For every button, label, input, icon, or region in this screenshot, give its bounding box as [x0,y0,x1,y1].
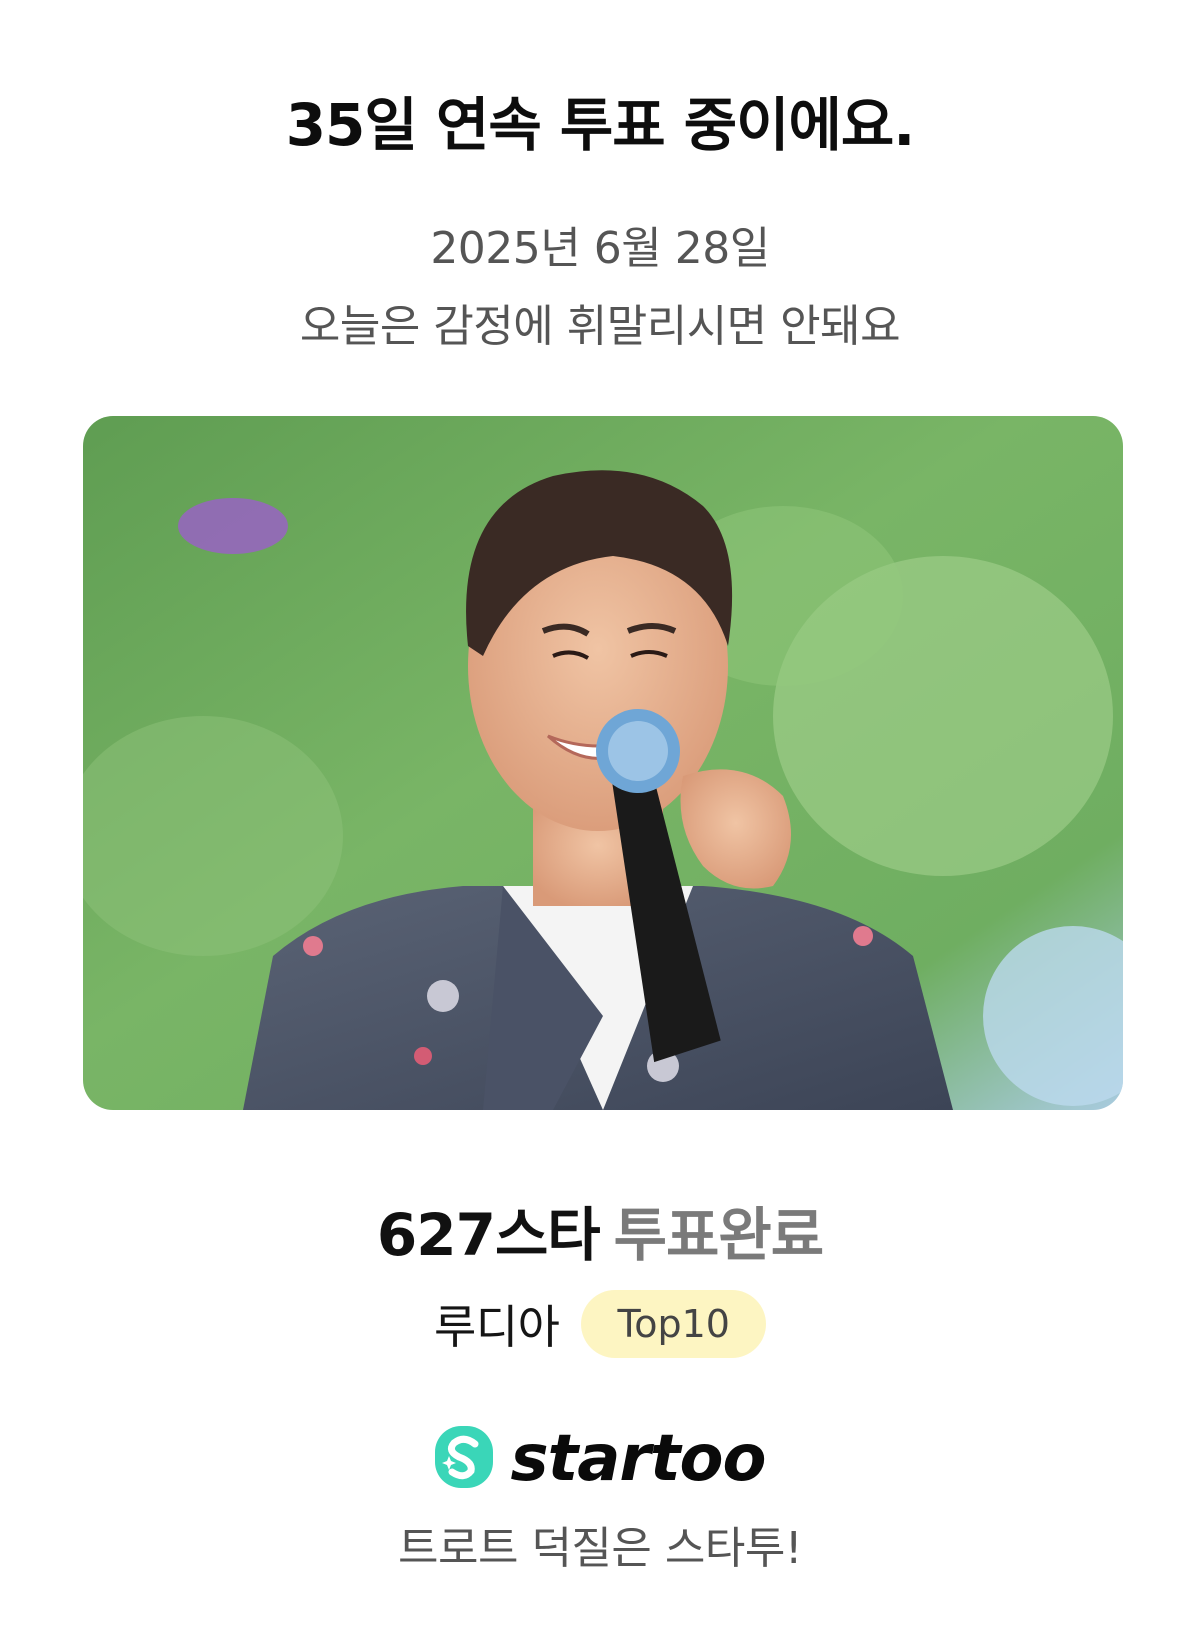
startoo-s-logo-icon [434,1426,493,1492]
vote-status: 투표완료 [613,1201,824,1269]
rank-row: 루디아 Top10 [0,1290,1200,1358]
vote-result: 627스타 투표완료 [0,1188,1200,1272]
brand-slogan: 트로트 덕질은 스타투! [398,1523,802,1574]
star-name: 627스타 [376,1201,601,1269]
page-title: 35일 연속 투표 중이에요. [285,91,916,159]
rank-badge: Top10 [581,1290,766,1358]
daily-message: 오늘은 감정에 휘말리시면 안돼요 [299,301,901,352]
voting-app-name: 루디아 [434,1300,560,1354]
brand-name: startoo [510,1422,767,1496]
singer-photo [83,416,1123,1110]
brand-logo: startoo [0,1422,1200,1496]
vote-date: 2025년 6월 28일 [430,223,770,274]
